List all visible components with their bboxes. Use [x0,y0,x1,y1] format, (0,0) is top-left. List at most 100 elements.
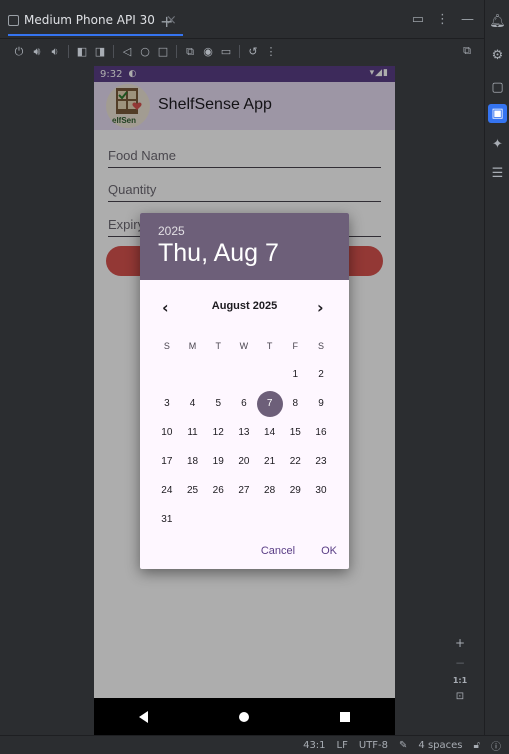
home-icon[interactable]: ○ [136,43,154,61]
calendar-day[interactable]: 23 [308,449,334,475]
phone-nav-bar [94,698,395,735]
caret-position[interactable]: 43:1 [303,740,325,751]
divider [68,45,69,58]
calendar-day[interactable]: 13 [231,420,257,446]
running-devices-icon[interactable]: ▣ [488,104,507,123]
calendar-day-selected[interactable]: 7 [256,390,283,417]
calendar-day[interactable]: 22 [282,449,308,475]
weekday-label: T [215,340,221,351]
calendar-week-row: 24 25 26 27 28 29 30 [154,476,348,505]
window-controls: ▭ ⋮ — [412,12,474,27]
rotate-left-icon[interactable]: ◧ [73,43,91,61]
calendar-day[interactable]: 6 [231,391,257,417]
gemini-status-icon[interactable]: ✎ [399,740,407,751]
calendar-day[interactable]: 17 [154,449,180,475]
header-year[interactable]: 2025 [158,224,185,238]
calendar-day[interactable]: 4 [180,391,206,417]
screenrecord-icon[interactable]: ▭ [217,43,235,61]
weekday-label: T [266,340,273,351]
more-icon[interactable]: ⋮ [436,12,449,27]
calendar-day[interactable]: 28 [257,478,283,504]
calendar-day[interactable]: 16 [308,420,334,446]
calendar-day[interactable]: 8 [282,391,308,417]
calendar-day[interactable]: 3 [154,391,180,417]
device-icon [8,14,19,26]
calendar-empty-cell [205,362,231,388]
indent-setting[interactable]: 4 spaces [418,740,462,751]
zoom-controls: + − 1:1 ⊡ [451,636,469,702]
calendar-day[interactable]: 21 [257,449,283,475]
divider [113,45,114,58]
nav-back-icon[interactable] [139,710,149,723]
power-icon[interactable]: ⏻ [10,43,28,61]
calendar-day[interactable]: 31 [154,507,180,533]
calendar-empty-cell [308,507,334,533]
calendar-day[interactable]: 26 [205,478,231,504]
file-encoding[interactable]: UTF-8 [359,740,388,751]
undo-icon[interactable]: ↺ [244,43,262,61]
calendar-day[interactable]: 1 [282,362,308,388]
rotate-right-icon[interactable]: ◨ [91,43,109,61]
calendar-day[interactable]: 12 [205,420,231,446]
calendar-day[interactable]: 15 [282,420,308,446]
screenshot-icon[interactable]: ◉ [199,43,217,61]
calendar-empty-cell [231,507,257,533]
zoom-out-button[interactable]: − [455,656,465,670]
calendar-day[interactable]: 29 [282,478,308,504]
next-month-button[interactable]: › [317,298,324,317]
date-picker-header: 2025 Thu, Aug 7 [140,213,349,280]
back-icon[interactable]: ◁ [118,43,136,61]
volume-up-icon[interactable]: 🔊︎ [28,43,46,61]
cancel-button[interactable]: Cancel [261,545,295,557]
dialog-actions: Cancel OK [261,545,337,557]
zoom-in-button[interactable]: + [455,636,465,650]
calendar-week-row: 10 11 12 13 14 15 16 [154,418,348,447]
minimize-icon[interactable]: — [461,12,474,27]
device-manager-icon[interactable]: ▢ [488,78,507,97]
calendar-day[interactable]: 2 [308,362,334,388]
calendar-day[interactable]: 30 [308,478,334,504]
calendar-day[interactable]: 5 [205,391,231,417]
fit-screen-icon[interactable]: ⊡ [456,691,464,702]
calendar-empty-cell [282,507,308,533]
calendar-empty-cell [231,362,257,388]
calendar-day[interactable]: 11 [180,420,206,446]
weekday-label: S [163,340,170,351]
weekday-label: S [317,340,324,351]
lock-icon[interactable]: 🔓︎ [474,740,480,751]
tab-emulator[interactable]: Medium Phone API 30 × [8,6,183,36]
gradle-icon[interactable]: ⚙ [488,46,507,65]
more-icon[interactable]: ⋮ [262,43,280,61]
date-picker-dialog: 2025 Thu, Aug 7 ‹ August 2025 › SMTWTFS1… [140,213,349,569]
calendar-day[interactable]: 10 [154,420,180,446]
line-separator[interactable]: LF [337,740,348,751]
calendar-empty-cell [257,362,283,388]
zoom-actual-size-button[interactable]: 1:1 [453,676,467,685]
calendar-week-row: 17 18 19 20 21 22 23 [154,447,348,476]
nav-home-icon[interactable] [238,711,249,722]
calendar-empty-cell [257,507,283,533]
calendar-day[interactable]: 14 [257,420,283,446]
ok-button[interactable]: OK [321,545,337,557]
tab-bar: Medium Phone API 30 × + ▭ ⋮ — [0,0,484,39]
notifications-icon[interactable]: 🔔︎ [488,12,507,31]
gemini-icon[interactable]: ✦ [488,135,507,154]
calendar-day[interactable]: 20 [231,449,257,475]
calendar-day[interactable]: 18 [180,449,206,475]
calendar-day[interactable]: 27 [231,478,257,504]
divider [176,45,177,58]
structure-icon[interactable]: ☰ [488,164,507,183]
calendar-day[interactable]: 24 [154,478,180,504]
fold-icon[interactable]: ⧉ [181,43,199,61]
restore-icon[interactable]: ▭ [412,12,424,27]
calendar-day[interactable]: 9 [308,391,334,417]
nav-recents-icon[interactable] [339,711,350,722]
problems-icon[interactable]: ⓘ [491,738,501,753]
overview-icon[interactable]: □ [154,43,172,61]
extended-controls-icon[interactable]: ⧉ [458,42,476,60]
tab-title: Medium Phone API 30 [24,13,155,27]
add-tab-button[interactable]: + [160,12,173,31]
calendar-day[interactable]: 25 [180,478,206,504]
volume-down-icon[interactable]: 🔉︎ [46,43,64,61]
calendar-day[interactable]: 19 [205,449,231,475]
